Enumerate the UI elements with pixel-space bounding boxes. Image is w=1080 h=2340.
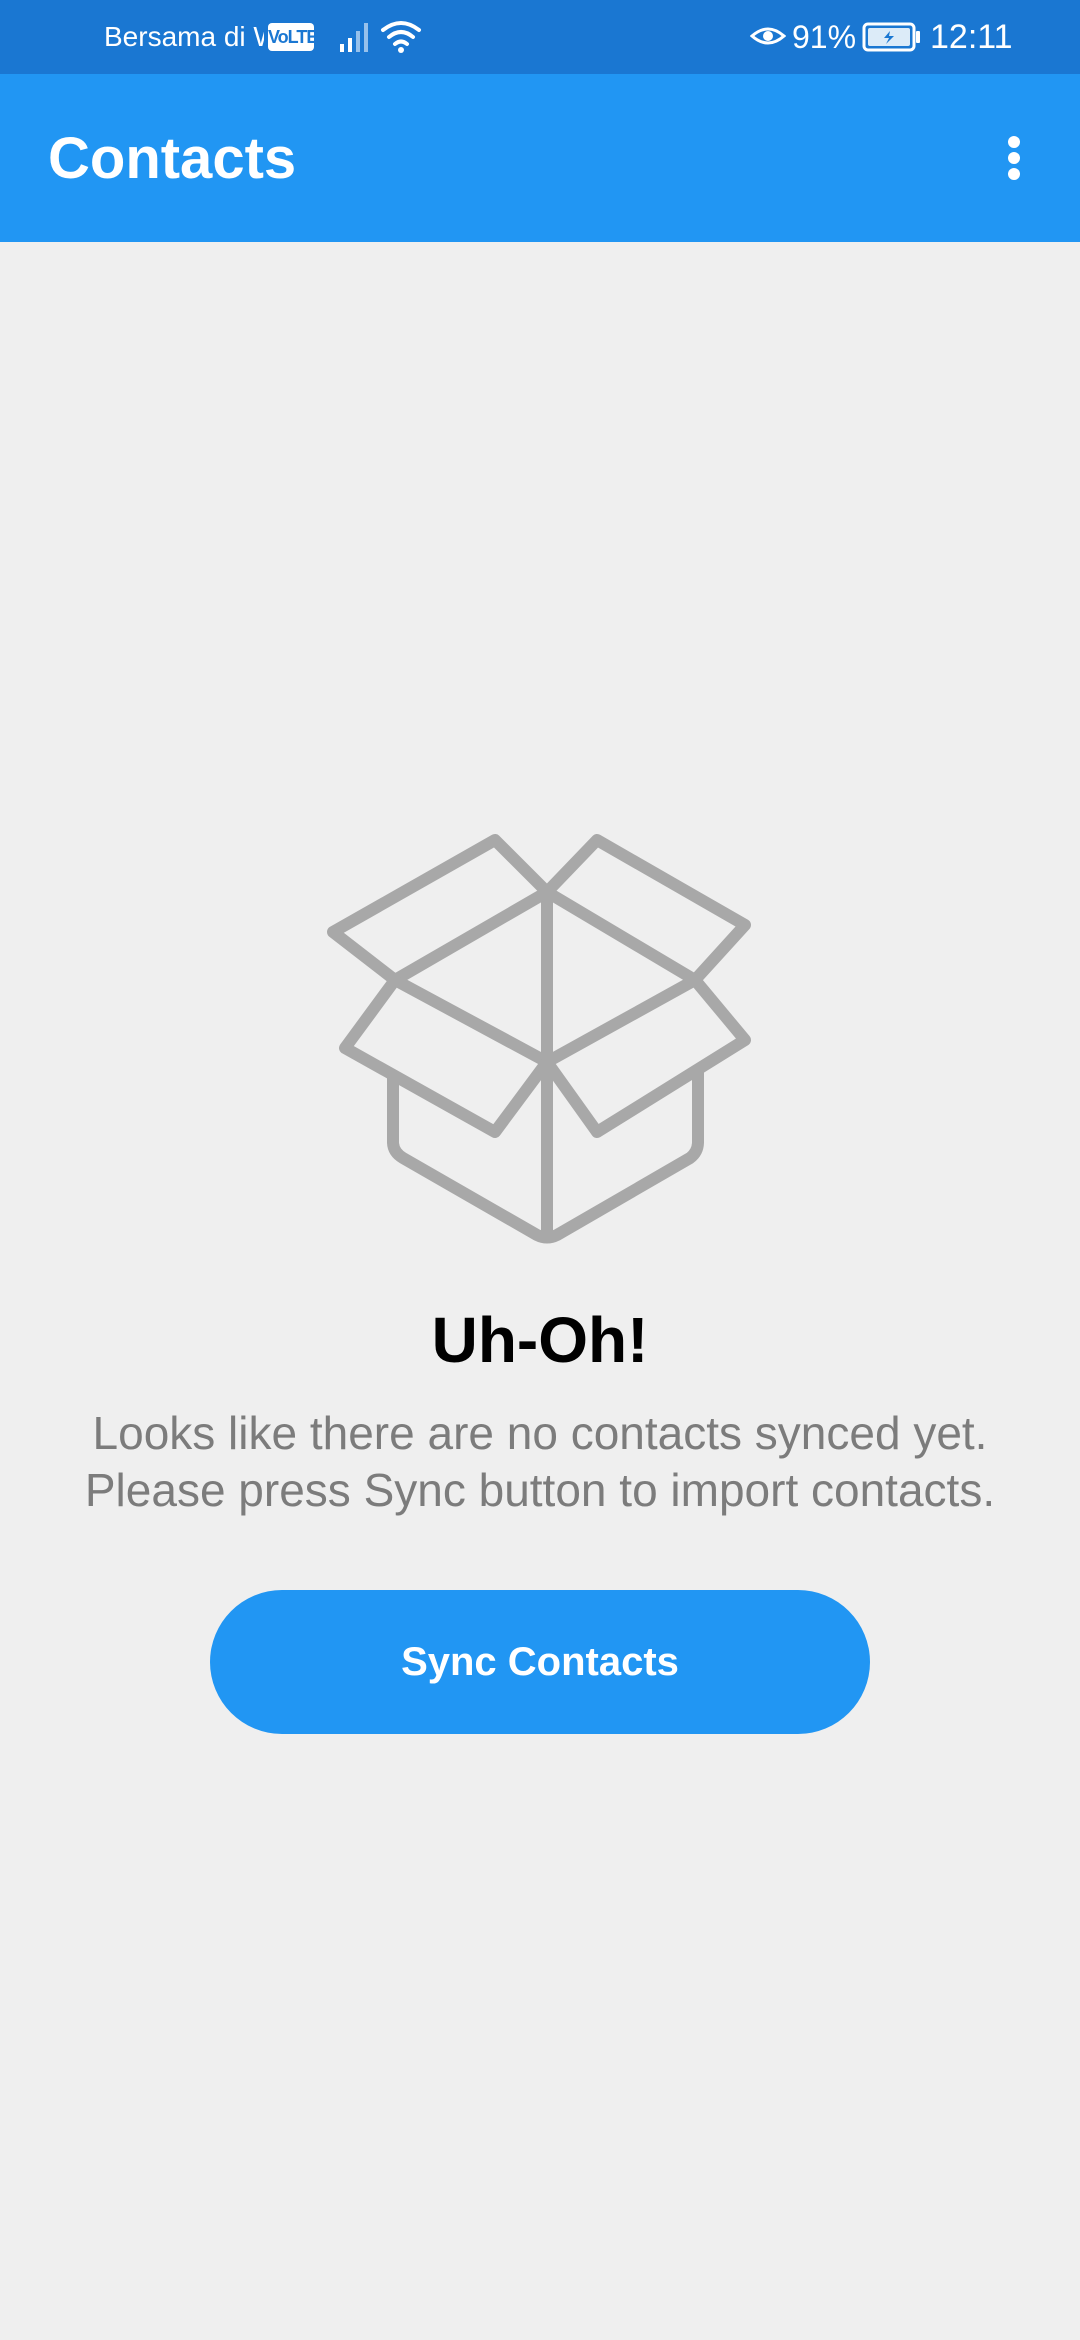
volte-badge: VoLTE — [268, 23, 318, 51]
carrier-label: Bersama di Wi — [104, 21, 264, 52]
open-box-icon — [327, 834, 751, 1244]
message-line-2: Please press Sync button to import conta… — [84, 1464, 996, 1516]
menu-dot — [1008, 136, 1020, 148]
menu-dot — [1008, 152, 1020, 164]
clock: 12:11 — [930, 18, 1013, 56]
sync-contacts-button[interactable]: Sync Contacts — [210, 1590, 870, 1734]
eye-icon — [750, 27, 786, 45]
message-line-1: Looks like there are no contacts synced … — [92, 1407, 988, 1459]
page-title: Contacts — [48, 126, 297, 191]
signal-icon — [340, 23, 368, 52]
battery-charging-icon — [862, 22, 920, 52]
more-vert-icon[interactable] — [990, 126, 1038, 190]
app-bar: Contacts — [0, 74, 1080, 242]
menu-dot — [1008, 168, 1020, 180]
empty-state-message: Looks like there are no contacts synced … — [30, 1405, 1050, 1519]
status-bar: Bersama di Wi VoLTE 91% 12:11 — [0, 0, 1080, 74]
battery-percent: 91% — [792, 19, 857, 55]
empty-state-heading: Uh-Oh! — [431, 1304, 649, 1376]
wifi-icon — [381, 21, 421, 53]
